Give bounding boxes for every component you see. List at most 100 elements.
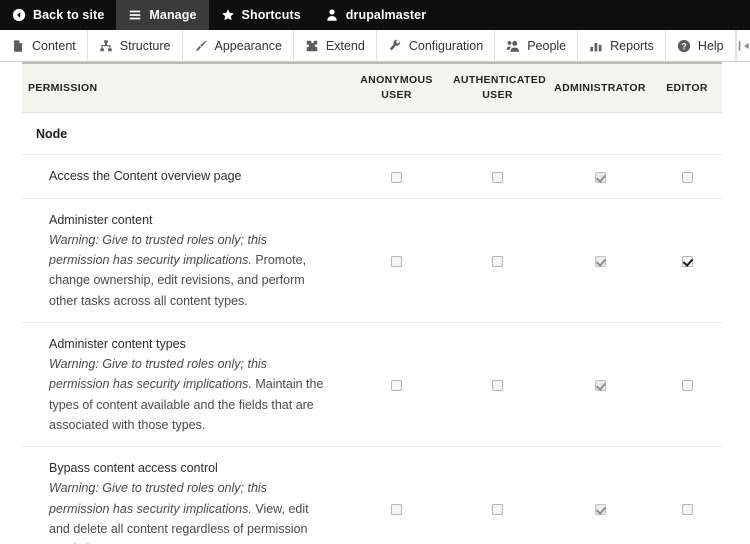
permission-checkbox-administrator <box>594 379 606 391</box>
permission-checkbox-authenticated-user[interactable] <box>492 379 503 391</box>
column-header-editor: EDITOR <box>652 62 722 114</box>
permission-description-cell: Administer content types Warning: Give to… <box>22 321 346 447</box>
permission-checkbox-cell-editor <box>652 321 722 447</box>
toolbar-item-label: Help <box>697 38 724 53</box>
column-header-administrator: ADMINISTRATOR <box>548 62 652 114</box>
permission-title: Administer content types <box>49 336 186 351</box>
toolbar-item-help[interactable]: ? Help <box>666 30 736 61</box>
permission-checkbox-administrator <box>594 171 606 183</box>
admin-bar-item-back-to-site[interactable]: Back to site <box>0 0 116 30</box>
permission-row: Access the Content overview page <box>22 154 722 199</box>
permission-row: Bypass content access control Warning: Gi… <box>22 446 722 544</box>
svg-text:?: ? <box>681 41 686 51</box>
permission-checkbox-editor[interactable] <box>681 504 693 516</box>
permission-checkbox-cell-administrator <box>548 154 652 199</box>
question-mark-icon: ? <box>677 39 691 53</box>
permission-checkbox-authenticated-user[interactable] <box>492 255 503 267</box>
people-icon <box>506 39 520 53</box>
admin-bar-item-label: Back to site <box>33 8 105 22</box>
toolbar-item-reports[interactable]: Reports <box>578 30 666 61</box>
puzzle-piece-icon <box>305 39 319 53</box>
table-header-row: PERMISSION ANONYMOUS USER AUTHENTICATED … <box>22 62 722 114</box>
toolbar-item-label: People <box>527 38 567 53</box>
admin-toolbar: Content Structure Appearance Extend Configur… <box>0 30 750 62</box>
toolbar-item-label: Extend <box>325 38 365 53</box>
bar-chart-icon <box>589 39 603 53</box>
permission-warning: Warning: Give to trusted roles only; thi… <box>49 357 267 392</box>
permission-checkbox-authenticated-user[interactable] <box>492 171 503 183</box>
toolbar-item-label: Reports <box>610 38 654 53</box>
permission-checkbox-editor[interactable] <box>681 379 693 391</box>
collapse-toolbar-icon[interactable] <box>737 30 750 61</box>
permission-row: Administer content types Warning: Give to… <box>22 321 722 447</box>
permission-checkbox-cell-editor <box>652 446 722 544</box>
permission-checkbox-cell-authenticated-user <box>447 154 548 199</box>
toolbar-item-label: Appearance <box>214 38 282 53</box>
permission-description-cell: Access the Content overview page <box>22 154 346 199</box>
permission-checkbox-anonymous-user[interactable] <box>391 504 402 516</box>
structure-icon <box>99 39 113 53</box>
permission-checkbox-administrator <box>594 255 606 267</box>
permission-checkbox-anonymous-user[interactable] <box>391 255 402 267</box>
toolbar-item-people[interactable]: People <box>495 30 579 61</box>
permission-checkbox-anonymous-user[interactable] <box>391 379 402 391</box>
permission-checkbox-anonymous-user[interactable] <box>391 171 402 183</box>
permission-checkbox-editor[interactable] <box>681 255 693 267</box>
user-icon <box>325 8 339 22</box>
paintbrush-icon <box>194 39 208 53</box>
permission-checkbox-cell-administrator <box>548 321 652 447</box>
permission-section-header: Node <box>22 113 722 155</box>
permission-checkbox-cell-administrator <box>548 446 652 544</box>
permission-checkbox-cell-editor <box>652 197 722 323</box>
permission-checkbox-cell-authenticated-user <box>447 197 548 323</box>
permission-checkbox-authenticated-user[interactable] <box>492 504 503 516</box>
permission-description-cell: Bypass content access control Warning: Gi… <box>22 446 346 544</box>
permission-checkbox-cell-authenticated-user <box>447 321 548 447</box>
permission-warning: Warning: Give to trusted roles only; thi… <box>49 232 267 268</box>
permissions-table-body: Node Access the Content overview page Admi… <box>22 113 722 544</box>
permission-description: Warning: Give to trusted roles only; thi… <box>49 354 330 435</box>
back-arrow-icon <box>12 8 26 22</box>
column-header-permission: PERMISSION <box>22 62 346 114</box>
permission-title: Administer content <box>49 212 153 227</box>
wrench-icon <box>388 39 402 53</box>
permission-checkbox-cell-administrator <box>548 197 652 323</box>
toolbar-item-content[interactable]: Content <box>0 30 88 61</box>
admin-bar-item-manage[interactable]: Manage <box>116 0 209 30</box>
permission-checkbox-cell-anonymous-user <box>346 446 447 544</box>
permission-row: Administer content Warning: Give to trust… <box>22 197 722 323</box>
document-icon <box>11 39 25 53</box>
toolbar-item-label: Content <box>32 38 76 53</box>
toolbar-item-structure[interactable]: Structure <box>88 30 183 61</box>
admin-bar-item-label: Shortcuts <box>241 8 301 22</box>
permission-description-cell: Administer content Warning: Give to trust… <box>22 197 346 323</box>
permission-description: Warning: Give to trusted roles only; thi… <box>49 478 330 544</box>
toolbar-item-appearance[interactable]: Appearance <box>183 30 294 61</box>
permission-checkbox-cell-anonymous-user <box>346 154 447 199</box>
admin-bar: Back to site Manage Shortcuts drupalmaster <box>0 0 750 30</box>
admin-bar-item-shortcuts[interactable]: Shortcuts <box>209 0 313 30</box>
permissions-table-head: PERMISSION ANONYMOUS USER AUTHENTICATED … <box>22 62 722 114</box>
column-header-authenticated-user: AUTHENTICATED USER <box>447 62 548 114</box>
permission-checkbox-editor[interactable] <box>681 171 693 183</box>
star-icon <box>221 8 235 22</box>
toolbar-item-configuration[interactable]: Configuration <box>377 30 496 61</box>
permission-description: Warning: Give to trusted roles only; thi… <box>49 230 330 311</box>
toolbar-item-label: Structure <box>119 38 171 53</box>
permission-checkbox-cell-editor <box>652 154 722 199</box>
permission-warning: Warning: Give to trusted roles only; thi… <box>49 481 267 516</box>
hamburger-menu-icon <box>128 8 142 22</box>
toolbar-item-extend[interactable]: Extend <box>294 30 377 61</box>
permission-checkbox-administrator <box>594 504 606 516</box>
permission-checkbox-cell-authenticated-user <box>447 446 548 544</box>
toolbar-item-label: Configuration <box>408 38 484 53</box>
admin-bar-item-drupalmaster[interactable]: drupalmaster <box>313 0 438 30</box>
permissions-table: PERMISSION ANONYMOUS USER AUTHENTICATED … <box>22 62 722 544</box>
permission-section-name: Node <box>36 127 68 142</box>
column-header-anonymous-user: ANONYMOUS USER <box>346 62 447 114</box>
permission-title: Bypass content access control <box>49 461 218 476</box>
permission-checkbox-cell-anonymous-user <box>346 197 447 323</box>
admin-bar-item-label: drupalmaster <box>345 8 427 22</box>
main-content: PERMISSION ANONYMOUS USER AUTHENTICATED … <box>0 62 750 544</box>
permission-title: Access the Content overview page <box>49 169 242 184</box>
